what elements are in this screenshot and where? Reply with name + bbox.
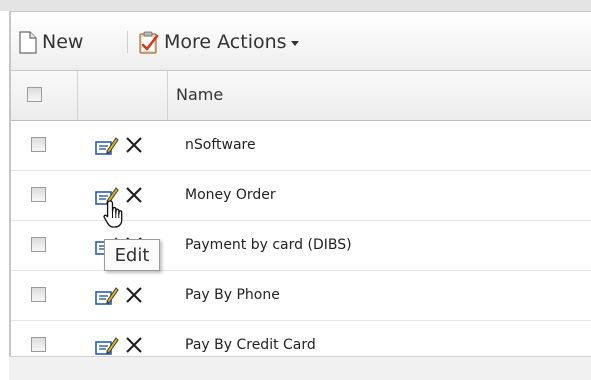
row-name-cell: Pay By Phone bbox=[185, 287, 280, 303]
row-checkbox[interactable] bbox=[31, 237, 46, 252]
clipboard-check-icon bbox=[138, 31, 160, 54]
row-name-cell: Payment by card (DIBS) bbox=[185, 237, 352, 253]
top-background-strip bbox=[0, 0, 591, 11]
more-actions-label: More Actions bbox=[164, 31, 287, 53]
edit-tooltip: Edit bbox=[104, 239, 160, 271]
column-divider bbox=[77, 71, 78, 120]
row-name-cell: nSoftware bbox=[185, 137, 256, 153]
hand-pointer-cursor-icon bbox=[102, 199, 128, 231]
new-button-label: New bbox=[42, 31, 84, 53]
screenshot-frame: New More Actions Name nSoftware Money Or… bbox=[0, 0, 591, 380]
new-document-icon bbox=[19, 30, 37, 54]
table-row: nSoftware bbox=[11, 121, 591, 171]
table-header-row: Name bbox=[11, 71, 591, 121]
dropdown-caret-icon bbox=[290, 41, 299, 46]
column-header-name[interactable]: Name bbox=[176, 85, 223, 104]
table-row: Pay By Credit Card bbox=[11, 321, 591, 357]
row-checkbox[interactable] bbox=[31, 337, 46, 352]
column-divider bbox=[167, 71, 168, 120]
grid-panel: New More Actions Name nSoftware Money Or… bbox=[9, 11, 591, 357]
row-name-cell: Money Order bbox=[185, 187, 276, 203]
horizontal-scrollbar[interactable] bbox=[9, 356, 591, 380]
table-row: Pay By Phone bbox=[11, 271, 591, 321]
table-row: Payment by card (DIBS) bbox=[11, 221, 591, 271]
row-checkbox[interactable] bbox=[31, 187, 46, 202]
row-checkbox[interactable] bbox=[31, 287, 46, 302]
new-button[interactable]: New bbox=[19, 29, 83, 55]
edit-pencil-icon[interactable] bbox=[95, 335, 119, 357]
delete-x-icon[interactable] bbox=[124, 135, 144, 155]
select-all-checkbox[interactable] bbox=[27, 87, 42, 102]
delete-x-icon[interactable] bbox=[124, 335, 144, 355]
delete-x-icon[interactable] bbox=[124, 285, 144, 305]
row-checkbox[interactable] bbox=[31, 137, 46, 152]
grid-toolbar: New More Actions bbox=[11, 12, 591, 71]
toolbar-separator bbox=[127, 31, 128, 53]
edit-pencil-icon[interactable] bbox=[95, 135, 119, 157]
table-row: Money Order bbox=[11, 171, 591, 221]
more-actions-button[interactable]: More Actions bbox=[138, 29, 299, 55]
row-name-cell: Pay By Credit Card bbox=[185, 337, 316, 353]
edit-pencil-icon[interactable] bbox=[95, 285, 119, 307]
